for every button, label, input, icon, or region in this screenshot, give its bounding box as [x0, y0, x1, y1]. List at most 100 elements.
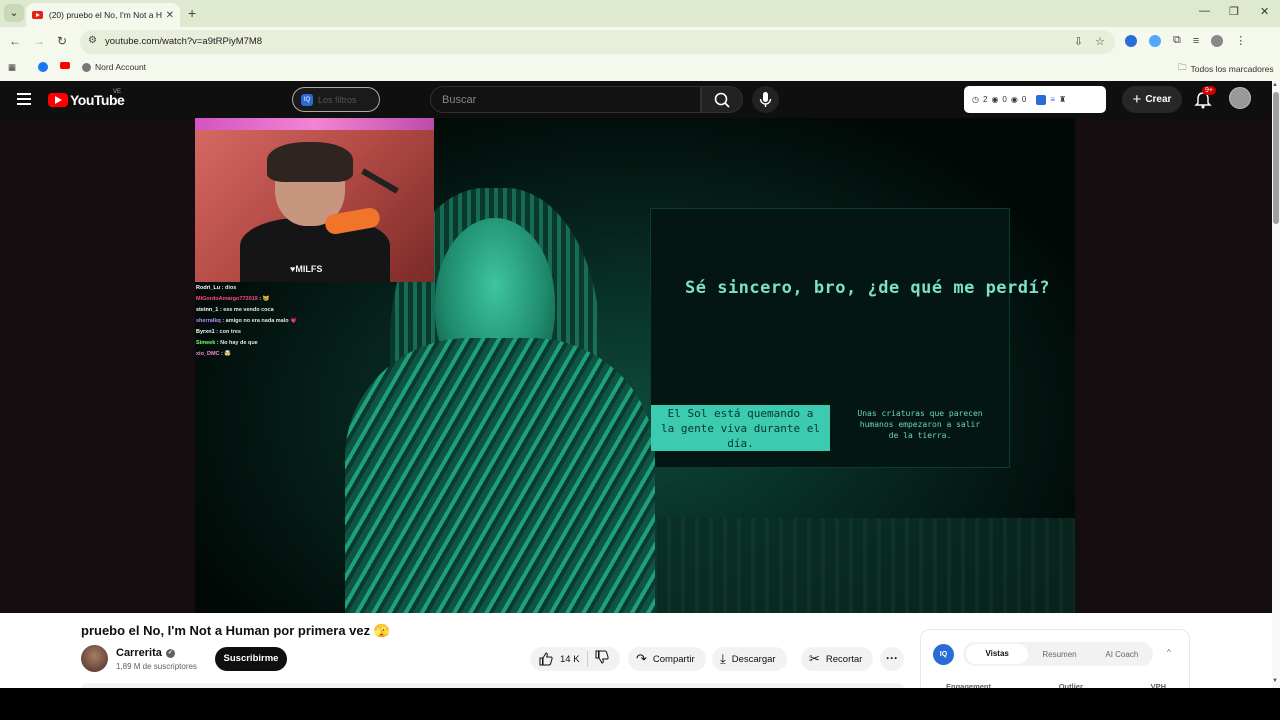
- site-info-icon[interactable]: ⚙: [88, 35, 97, 46]
- filter-label: Los filtros: [318, 94, 357, 105]
- vidiq-header-panel[interactable]: ◷ 2 ◉ 0 ◉ 0 ≡ ♜: [964, 86, 1106, 113]
- share-label: Compartir: [652, 653, 695, 665]
- bookmark-nord-account[interactable]: Nord Account: [82, 62, 146, 72]
- more-actions-button[interactable]: ···: [880, 647, 904, 671]
- notifications-badge: 9+: [1202, 86, 1216, 95]
- chat-text: 🤯: [224, 351, 232, 357]
- bookmark-star-icon[interactable]: ☆: [1095, 35, 1105, 48]
- game-answer-selected: El Sol está quemando a la gente viva dur…: [651, 405, 830, 451]
- chat-user: MiGordoAmargo772019: [196, 296, 258, 302]
- channel-avatar[interactable]: [81, 645, 108, 672]
- tab-vistas[interactable]: Vistas: [966, 644, 1029, 664]
- chat-text: con tres: [219, 329, 241, 335]
- create-button[interactable]: + Crear: [1122, 86, 1182, 113]
- game-answer-alternative: Unas criaturas que parecen humanos empez…: [857, 409, 983, 440]
- country-code: VE: [113, 89, 122, 95]
- stream-chat-overlay: Rodri_Lu : dios MiGordoAmargo772019 : 😿 …: [196, 283, 434, 360]
- eye-icon: ◉: [991, 95, 999, 104]
- active-tab[interactable]: (20) pruebo el No, I'm Not a Human por p…: [26, 3, 180, 27]
- minimize-button[interactable]: —: [1199, 5, 1210, 17]
- browser-chrome: ⌄ (20) pruebo el No, I'm Not a Human por…: [0, 0, 1280, 81]
- download-label: Descargar: [731, 653, 776, 665]
- scroll-down-arrow-icon[interactable]: ▼: [1272, 678, 1278, 684]
- vidiq-count: 0: [1021, 95, 1027, 104]
- voice-search-button[interactable]: [752, 86, 779, 113]
- plus-icon: +: [1132, 91, 1142, 108]
- streamer-facecam: ♥MILFS: [195, 118, 434, 282]
- menu-hamburger-icon[interactable]: [17, 93, 31, 108]
- chat-user: steinn_1: [196, 307, 219, 313]
- scissors-icon: ✂: [809, 651, 820, 666]
- trophy-icon[interactable]: ♜: [1059, 95, 1066, 104]
- url-text: youtube.com/watch?v=a9tRPiyM7M8: [105, 36, 263, 47]
- vidiq-extension-icon[interactable]: [1125, 34, 1137, 47]
- all-bookmarks[interactable]: 🗀 Todos los marcadores: [1178, 62, 1274, 76]
- new-tab-button[interactable]: +: [188, 5, 196, 21]
- mic-arm: [361, 168, 399, 194]
- forward-icon[interactable]: →: [33, 34, 45, 48]
- download-button[interactable]: ⤓ Descargar: [712, 647, 787, 671]
- chevron-up-icon[interactable]: ^: [1167, 648, 1171, 657]
- puzzle-extensions-icon[interactable]: ⧉: [1173, 34, 1181, 47]
- tab-title: (20) pruebo el No, I'm Not a Human por p…: [48, 10, 162, 20]
- chat-message: sherralkq : amigo no era nada malo 💗: [196, 318, 297, 324]
- youtube-bookmark-icon[interactable]: [60, 62, 70, 69]
- streamer-hair: [267, 142, 353, 182]
- subscribe-button[interactable]: Suscribirme: [215, 647, 287, 671]
- chat-message: Rodri_Lu : dios: [196, 285, 237, 291]
- dislike-button[interactable]: [588, 650, 609, 669]
- clip-button[interactable]: ✂ Recortar: [801, 647, 874, 671]
- more-horizontal-icon: ···: [886, 651, 898, 665]
- chat-message: MiGordoAmargo772019 : 😿: [196, 296, 270, 302]
- like-button[interactable]: 14 K: [530, 651, 588, 667]
- profile-avatar-icon[interactable]: [1211, 34, 1224, 47]
- tab-strip: ⌄ (20) pruebo el No, I'm Not a Human por…: [0, 0, 1280, 27]
- microphone-icon: [759, 92, 772, 107]
- apps-grid-icon[interactable]: ▦: [8, 62, 16, 73]
- folder-icon: 🗀: [1178, 62, 1187, 72]
- vidiq-icon[interactable]: [1036, 94, 1047, 105]
- bookmark-label: Todos los marcadores: [1190, 64, 1274, 74]
- game-floor: [615, 518, 1075, 613]
- address-bar[interactable]: ⚙ youtube.com/watch?v=a9tRPiyM7M8 ⇩ ☆: [80, 30, 1115, 54]
- list-icon[interactable]: ≡: [1050, 95, 1055, 104]
- video-title: pruebo el No, I'm Not a Human por primer…: [81, 623, 390, 638]
- vidiq-filter-button[interactable]: IQ Los filtros: [292, 87, 380, 112]
- share-arrow-icon: ↷: [636, 651, 647, 666]
- channel-name[interactable]: Carrerita: [116, 647, 162, 659]
- os-taskbar: [0, 688, 1280, 720]
- extension-icon[interactable]: [1149, 34, 1161, 47]
- scroll-up-arrow-icon[interactable]: ▲: [1272, 82, 1278, 88]
- chat-message: Simeek : No hay de que: [196, 340, 258, 346]
- back-icon[interactable]: ←: [9, 34, 21, 48]
- reload-icon[interactable]: ↻: [57, 34, 67, 48]
- media-controls-icon[interactable]: ≡: [1193, 35, 1199, 47]
- account-avatar[interactable]: [1229, 87, 1251, 109]
- clock-icon: ◷: [972, 95, 979, 104]
- tab-ai-coach[interactable]: AI Coach: [1091, 650, 1153, 659]
- tab-search-button[interactable]: ⌄: [4, 4, 24, 22]
- menu-kebab-icon[interactable]: ⋮: [1235, 34, 1246, 47]
- restore-button[interactable]: ❐: [1229, 5, 1239, 18]
- chat-text: No hay de que: [220, 340, 258, 346]
- share-button[interactable]: ↷ Compartir: [628, 647, 706, 671]
- search-button[interactable]: [701, 86, 743, 113]
- youtube-favicon-icon: [32, 11, 43, 19]
- search-input[interactable]: Buscar: [430, 86, 701, 113]
- close-window-button[interactable]: ✕: [1260, 5, 1269, 18]
- video-player[interactable]: Sé sincero, bro, ¿de qué me perdí? El So…: [0, 118, 1272, 613]
- facebook-bookmark-icon[interactable]: [38, 62, 48, 72]
- vidiq-icon: IQ: [301, 93, 313, 106]
- install-app-icon[interactable]: ⇩: [1074, 35, 1083, 48]
- tab-resumen[interactable]: Resumen: [1028, 650, 1090, 659]
- video-metadata: pruebo el No, I'm Not a Human por primer…: [0, 613, 1272, 699]
- vidiq-logo: IQ: [933, 644, 954, 665]
- chat-message: steinn_1 : ese me vendo coca: [196, 307, 274, 313]
- like-dislike-group: 14 K: [530, 647, 620, 671]
- scrollbar-thumb[interactable]: [1273, 92, 1279, 224]
- bookmarks-bar: ▦ Nord Account 🗀 Todos los marcadores: [0, 57, 1280, 79]
- tab-close-icon[interactable]: ✕: [166, 10, 174, 21]
- download-icon: ⤓: [720, 651, 726, 666]
- channel-name-row[interactable]: Carrerita ✓: [116, 647, 175, 659]
- chat-text: 😿: [262, 296, 270, 302]
